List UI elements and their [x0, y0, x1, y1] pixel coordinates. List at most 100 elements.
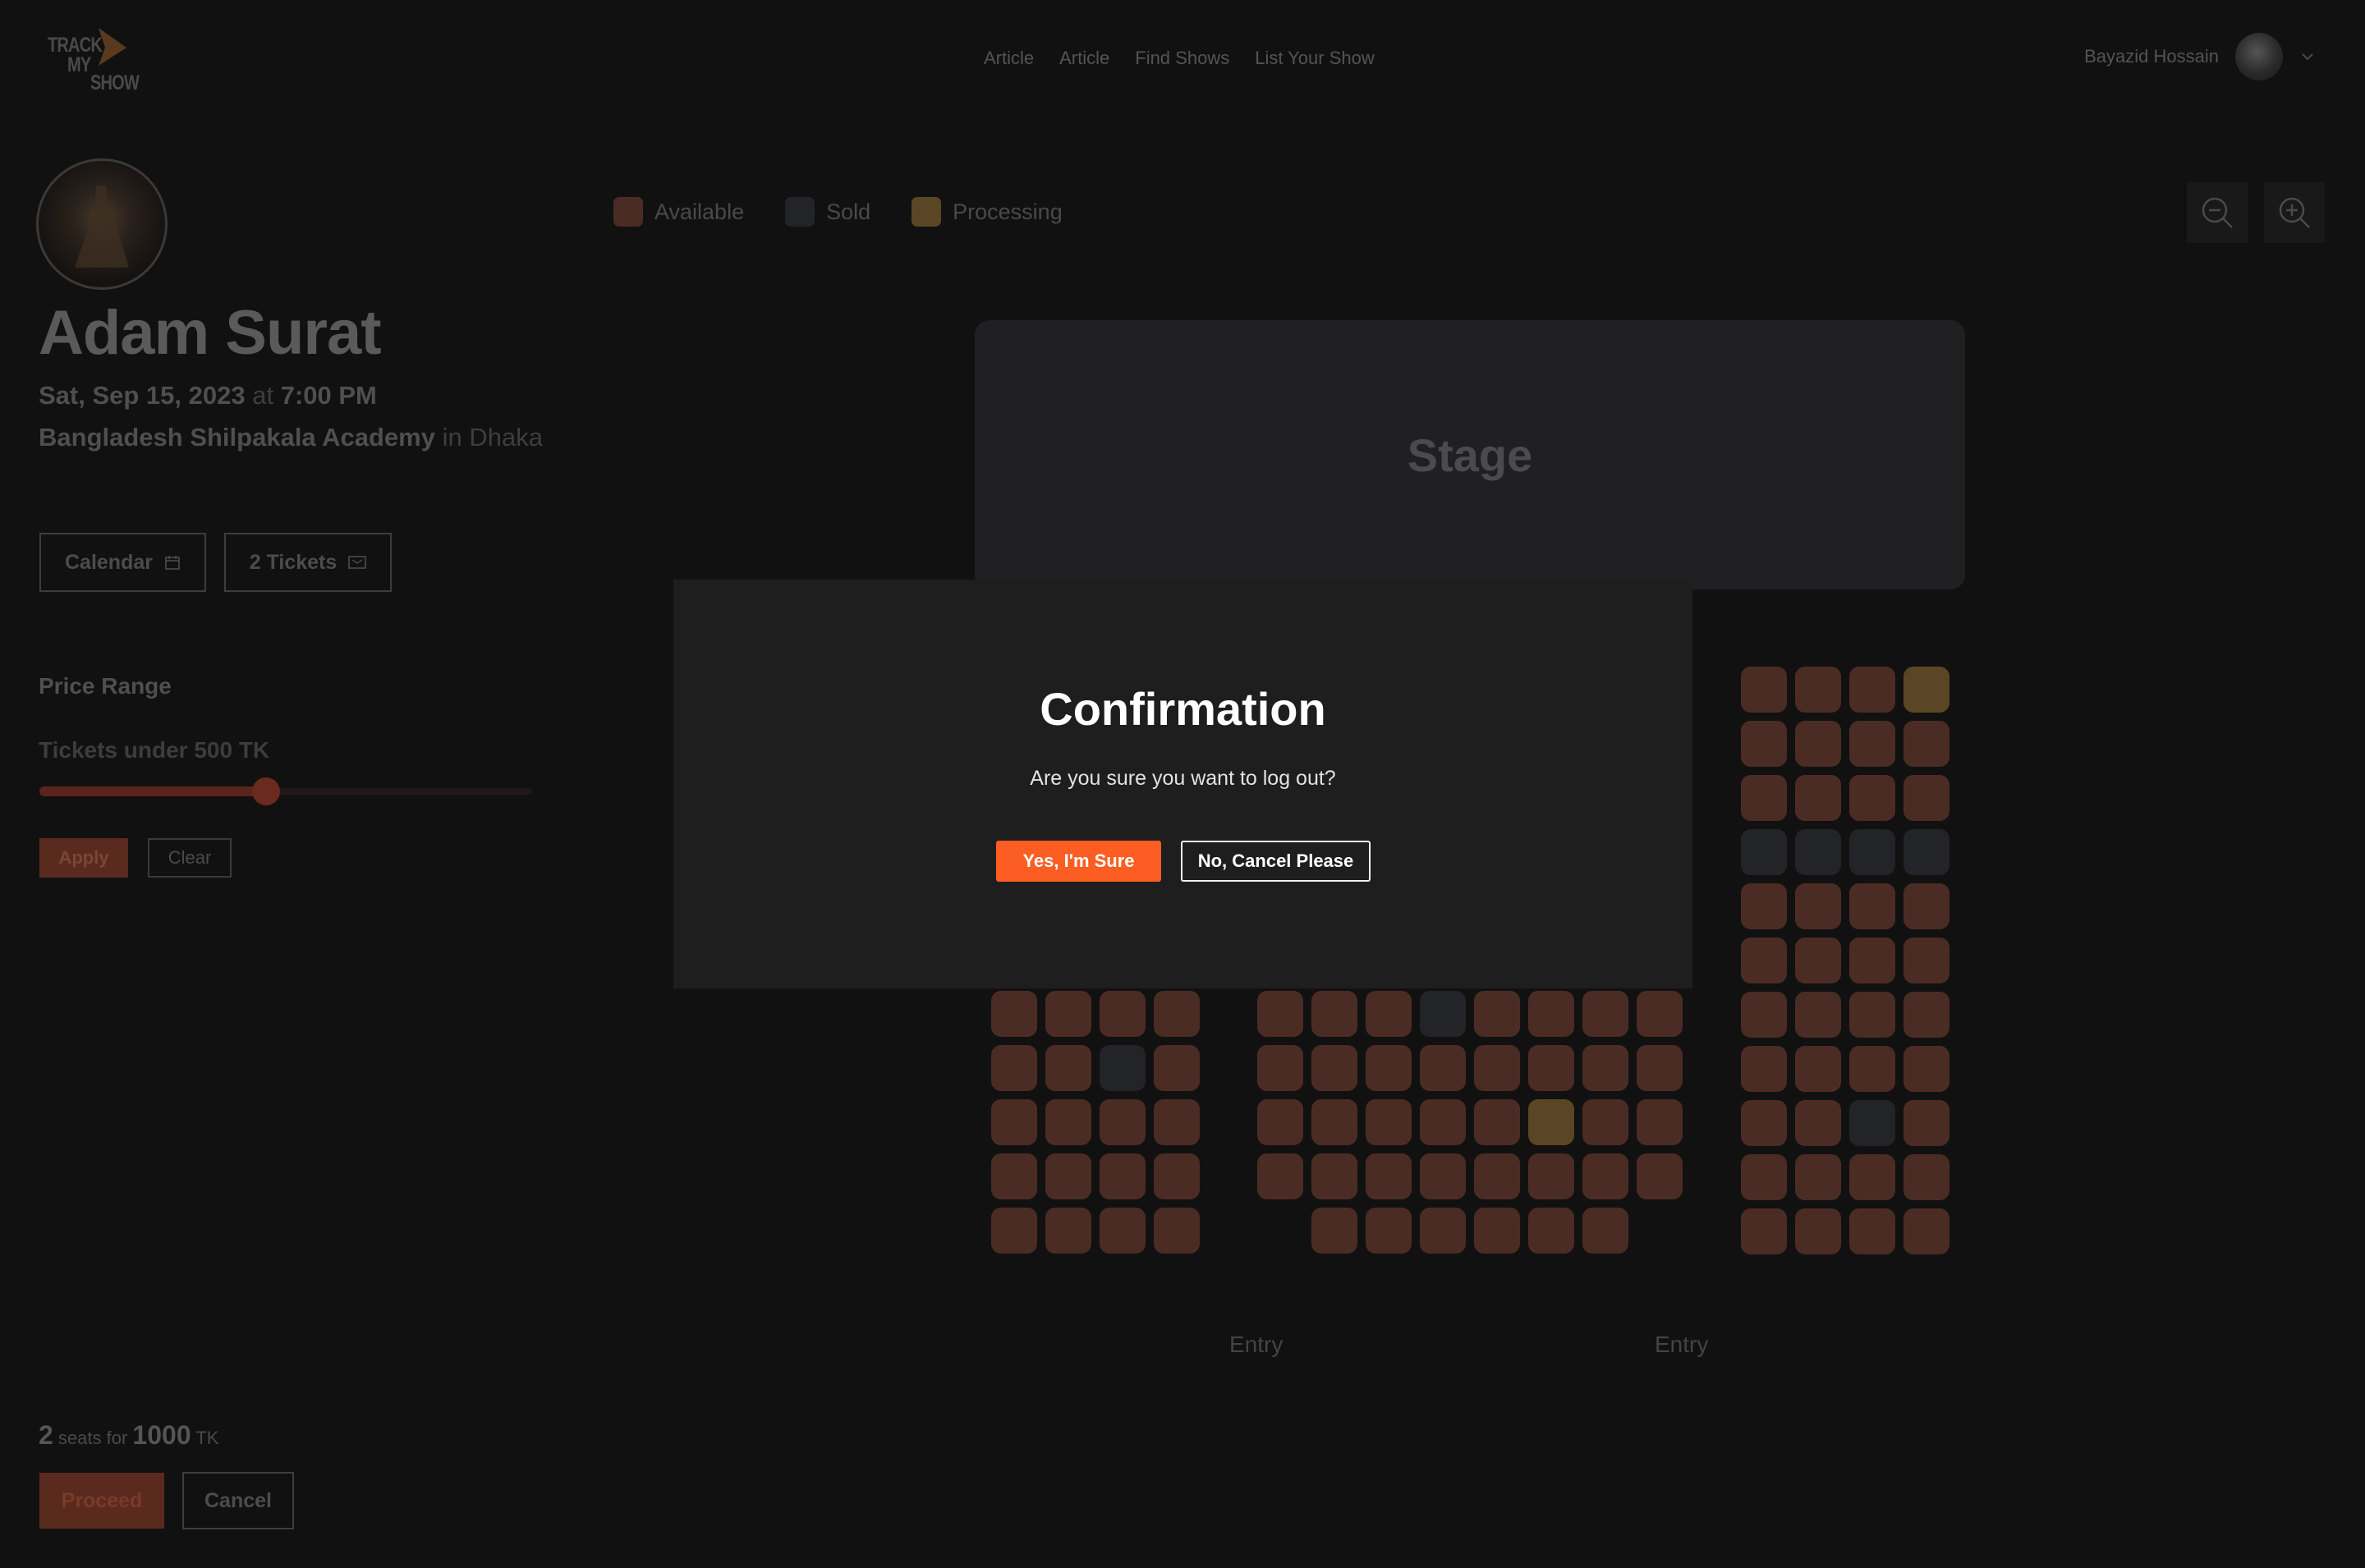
seat-mid-r3c4[interactable]	[1420, 1099, 1466, 1145]
seat-mid-r1c7[interactable]	[1582, 991, 1628, 1037]
seat-right-r7c2[interactable]	[1795, 992, 1841, 1038]
seat-mid-r5c4[interactable]	[1420, 1208, 1466, 1254]
seat-left-r5c3[interactable]	[1100, 1208, 1146, 1254]
seat-mid-r5c6[interactable]	[1528, 1208, 1574, 1254]
seat-right-r10c2[interactable]	[1795, 1154, 1841, 1200]
seat-right-r11c4[interactable]	[1903, 1208, 1949, 1254]
seat-right-r2c1[interactable]	[1741, 721, 1787, 767]
seat-left-r5c4[interactable]	[1154, 1208, 1200, 1254]
seat-mid-r3c2[interactable]	[1311, 1099, 1357, 1145]
cancel-logout-button[interactable]: No, Cancel Please	[1181, 841, 1371, 882]
seat-mid-r4c3[interactable]	[1366, 1153, 1412, 1199]
seat-right-r3c3[interactable]	[1849, 775, 1895, 821]
zoom-in-button[interactable]	[2264, 182, 2325, 243]
seat-right-r10c4[interactable]	[1903, 1154, 1949, 1200]
calendar-button[interactable]: Calendar	[39, 533, 206, 592]
seat-left-r2c2[interactable]	[1045, 1045, 1091, 1091]
seat-mid-r2c8[interactable]	[1637, 1045, 1683, 1091]
seat-left-r4c3[interactable]	[1100, 1153, 1146, 1199]
seat-mid-r1c5[interactable]	[1474, 991, 1520, 1037]
seat-mid-r3c1[interactable]	[1257, 1099, 1303, 1145]
seat-mid-r5c5[interactable]	[1474, 1208, 1520, 1254]
seat-left-r1c3[interactable]	[1100, 991, 1146, 1037]
seat-left-r1c4[interactable]	[1154, 991, 1200, 1037]
user-menu[interactable]: Bayazid Hossain	[2084, 33, 2316, 80]
seat-right-r2c2[interactable]	[1795, 721, 1841, 767]
seat-mid-r3c3[interactable]	[1366, 1099, 1412, 1145]
seat-mid-r5c7[interactable]	[1582, 1208, 1628, 1254]
seat-right-r8c1[interactable]	[1741, 1046, 1787, 1092]
seat-mid-r2c3[interactable]	[1366, 1045, 1412, 1091]
seat-mid-r5c3[interactable]	[1366, 1208, 1412, 1254]
seat-mid-r4c5[interactable]	[1474, 1153, 1520, 1199]
seat-right-r3c1[interactable]	[1741, 775, 1787, 821]
seat-mid-r2c6[interactable]	[1528, 1045, 1574, 1091]
seat-mid-r4c7[interactable]	[1582, 1153, 1628, 1199]
seat-left-r4c4[interactable]	[1154, 1153, 1200, 1199]
seat-right-r1c2[interactable]	[1795, 667, 1841, 713]
seat-mid-r3c8[interactable]	[1637, 1099, 1683, 1145]
confirm-logout-button[interactable]: Yes, I'm Sure	[996, 841, 1161, 882]
seat-right-r8c3[interactable]	[1849, 1046, 1895, 1092]
seat-mid-r5c2[interactable]	[1311, 1208, 1357, 1254]
seat-right-r2c3[interactable]	[1849, 721, 1895, 767]
seat-mid-r1c8[interactable]	[1637, 991, 1683, 1037]
seat-mid-r3c5[interactable]	[1474, 1099, 1520, 1145]
tickets-button[interactable]: 2 Tickets	[224, 533, 392, 592]
seat-left-r3c1[interactable]	[991, 1099, 1037, 1145]
apply-button[interactable]: Apply	[39, 838, 128, 878]
seat-right-r6c1[interactable]	[1741, 938, 1787, 983]
seat-right-r1c3[interactable]	[1849, 667, 1895, 713]
seat-mid-r2c4[interactable]	[1420, 1045, 1466, 1091]
seat-right-r7c3[interactable]	[1849, 992, 1895, 1038]
seat-mid-r2c7[interactable]	[1582, 1045, 1628, 1091]
seat-right-r9c4[interactable]	[1903, 1100, 1949, 1146]
seat-left-r1c2[interactable]	[1045, 991, 1091, 1037]
seat-left-r3c2[interactable]	[1045, 1099, 1091, 1145]
seat-left-r4c2[interactable]	[1045, 1153, 1091, 1199]
seat-right-r11c2[interactable]	[1795, 1208, 1841, 1254]
seat-right-r6c2[interactable]	[1795, 938, 1841, 983]
seat-left-r3c4[interactable]	[1154, 1099, 1200, 1145]
seat-right-r10c3[interactable]	[1849, 1154, 1895, 1200]
slider-thumb[interactable]	[252, 777, 280, 805]
seat-right-r6c4[interactable]	[1903, 938, 1949, 983]
seat-right-r9c2[interactable]	[1795, 1100, 1841, 1146]
seat-right-r11c3[interactable]	[1849, 1208, 1895, 1254]
clear-button[interactable]: Clear	[148, 838, 232, 878]
cancel-button[interactable]: Cancel	[182, 1472, 294, 1529]
seat-left-r2c1[interactable]	[991, 1045, 1037, 1091]
proceed-button[interactable]: Proceed	[39, 1473, 164, 1529]
seat-right-r1c1[interactable]	[1741, 667, 1787, 713]
nav-list-your-show[interactable]: List Your Show	[1255, 48, 1375, 69]
seat-right-r5c4[interactable]	[1903, 883, 1949, 929]
seat-right-r9c1[interactable]	[1741, 1100, 1787, 1146]
seat-mid-r2c5[interactable]	[1474, 1045, 1520, 1091]
seat-mid-r4c1[interactable]	[1257, 1153, 1303, 1199]
seat-mid-r1c6[interactable]	[1528, 991, 1574, 1037]
price-slider[interactable]	[39, 777, 532, 805]
zoom-out-button[interactable]	[2187, 182, 2248, 243]
seat-mid-r1c3[interactable]	[1366, 991, 1412, 1037]
seat-right-r6c3[interactable]	[1849, 938, 1895, 983]
seat-right-r8c2[interactable]	[1795, 1046, 1841, 1092]
seat-mid-r3c7[interactable]	[1582, 1099, 1628, 1145]
nav-article-2[interactable]: Article	[1059, 48, 1109, 69]
seat-mid-r4c2[interactable]	[1311, 1153, 1357, 1199]
seat-left-r3c3[interactable]	[1100, 1099, 1146, 1145]
seat-right-r5c2[interactable]	[1795, 883, 1841, 929]
seat-right-r8c4[interactable]	[1903, 1046, 1949, 1092]
seat-right-r11c1[interactable]	[1741, 1208, 1787, 1254]
seat-mid-r1c2[interactable]	[1311, 991, 1357, 1037]
seat-right-r7c4[interactable]	[1903, 992, 1949, 1038]
seat-mid-r4c8[interactable]	[1637, 1153, 1683, 1199]
nav-find-shows[interactable]: Find Shows	[1135, 48, 1229, 69]
seat-left-r5c1[interactable]	[991, 1208, 1037, 1254]
nav-article-1[interactable]: Article	[984, 48, 1034, 69]
seat-right-r3c4[interactable]	[1903, 775, 1949, 821]
seat-left-r5c2[interactable]	[1045, 1208, 1091, 1254]
seat-mid-r4c6[interactable]	[1528, 1153, 1574, 1199]
seat-left-r4c1[interactable]	[991, 1153, 1037, 1199]
seat-mid-r2c2[interactable]	[1311, 1045, 1357, 1091]
seat-left-r1c1[interactable]	[991, 991, 1037, 1037]
